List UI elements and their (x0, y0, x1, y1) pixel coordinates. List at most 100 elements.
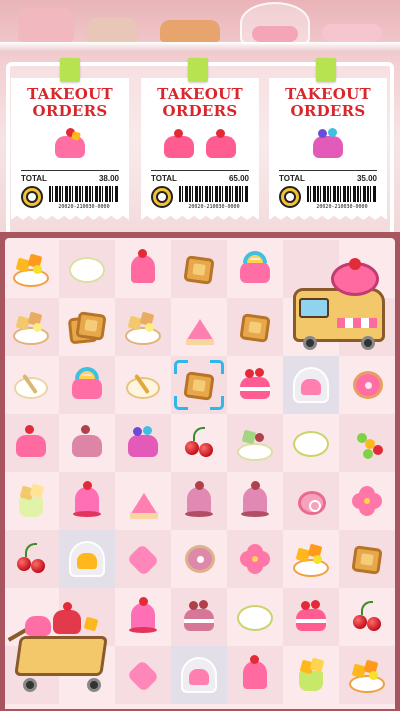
board-cell (171, 646, 227, 704)
flower-cookie-tile[interactable] (233, 537, 277, 581)
square-tart-tile[interactable] (177, 247, 221, 291)
pink-pudding-tile[interactable] (233, 653, 277, 697)
rainbow-berry-cake-icon (308, 126, 348, 160)
order-ticket[interactable]: TAKEOUT ORDERS TOTAL 65.00 20020-210030-00… (141, 78, 259, 220)
mango-cube-cup-tile[interactable] (289, 653, 333, 697)
board-cell (227, 414, 283, 472)
fruit-tart-plate-tile[interactable] (233, 421, 277, 465)
mango-fruit-plate-tile[interactable] (9, 305, 53, 349)
empty-plate-tile[interactable] (65, 247, 109, 291)
board-cell (339, 646, 395, 704)
decorative-cake (86, 18, 138, 42)
board-cell (283, 356, 339, 414)
flower-cookie-tile[interactable] (345, 479, 389, 523)
glass-dome-roll-tile[interactable] (177, 653, 221, 697)
grape-skewer-tile[interactable] (345, 421, 389, 465)
sprinkle-donut-tile[interactable] (177, 537, 221, 581)
ticket-title: TAKEOUT ORDERS (157, 85, 243, 120)
strawberry-pudding-tile[interactable] (177, 479, 221, 523)
strawberry-slice-tile[interactable] (121, 479, 165, 523)
mango-cube-cup-tile[interactable] (9, 479, 53, 523)
barcode-number: 20020-210030-0000 (316, 204, 368, 210)
mango-fruit-plate-tile[interactable] (121, 305, 165, 349)
board-cell (171, 298, 227, 356)
order-ticket[interactable]: TAKEOUT ORDERS TOTAL 35.00 20020-210030-00… (269, 78, 387, 220)
strawberry-pudding-tile[interactable] (65, 479, 109, 523)
mango-fruit-plate-tile[interactable] (345, 653, 389, 697)
board-cell (227, 298, 283, 356)
board-cell (115, 414, 171, 472)
heart-cake-tile[interactable] (121, 653, 165, 697)
cherries-tile[interactable] (9, 537, 53, 581)
board-cell (283, 530, 339, 588)
sprinkle-donut-tile[interactable] (345, 363, 389, 407)
decorative-cake (160, 20, 220, 42)
food-truck-tile[interactable] (287, 258, 395, 356)
barcode-icon (307, 186, 377, 202)
board-cell (339, 414, 395, 472)
board-cell (59, 472, 115, 530)
rainbow-cake-tile[interactable] (233, 247, 277, 291)
square-tart-tile[interactable] (177, 363, 221, 407)
board-cell (227, 646, 283, 704)
board-cell (5, 530, 59, 588)
heart-cake-tile[interactable] (121, 537, 165, 581)
cherry-layer-cake-tile[interactable] (289, 595, 333, 639)
empty-plate-tile[interactable] (289, 421, 333, 465)
spoon-plate-tile[interactable] (9, 363, 53, 407)
strawberry-slice-tile[interactable] (177, 305, 221, 349)
rainbow-mango-cake-icon (50, 126, 90, 160)
board-cell (171, 588, 227, 646)
strawberry-roll-tile[interactable] (289, 479, 333, 523)
cherries-tile[interactable] (177, 421, 221, 465)
board-cell (171, 472, 227, 530)
rainbow-cake-tile[interactable] (65, 363, 109, 407)
ticket-total-row: TOTAL 38.00 (21, 170, 119, 183)
strawberry-cake-tile[interactable] (65, 421, 109, 465)
order-ticket[interactable]: TAKEOUT ORDERS TOTAL 38.00 20020-210030-00… (11, 78, 129, 220)
bakery-display: TAKEOUT ORDERS TOTAL 38.00 20020-210030-00… (0, 0, 400, 232)
ticket-title: TAKEOUT ORDERS (27, 85, 113, 120)
glass-dome-mango-tile[interactable] (65, 537, 109, 581)
cherries-tile[interactable] (345, 595, 389, 639)
ticket-total-value: 38.00 (98, 174, 119, 183)
rainbow-berry-cake-tile[interactable] (121, 421, 165, 465)
board-cell (115, 298, 171, 356)
decorative-cake (18, 8, 74, 42)
board-cell (59, 240, 115, 298)
board-cell (115, 356, 171, 414)
board-cell (115, 588, 171, 646)
board-cell (227, 588, 283, 646)
tape (316, 58, 336, 82)
dessert-cart-tile[interactable] (7, 592, 115, 698)
barcode-icon (179, 186, 249, 202)
decorative-macarons (322, 24, 382, 42)
match-board (0, 232, 400, 711)
empty-plate-tile[interactable] (233, 595, 277, 639)
barcode-number: 20020-210030-0000 (58, 204, 110, 210)
pink-pudding-tile[interactable] (121, 247, 165, 291)
board-cell (5, 298, 59, 356)
board-cell (227, 240, 283, 298)
board-cell (59, 356, 115, 414)
mango-fruit-plate-tile[interactable] (9, 247, 53, 291)
square-tart-tile[interactable] (233, 305, 277, 349)
board-cell (339, 588, 395, 646)
ticket-total-value: 65.00 (228, 174, 249, 183)
board-cell (171, 240, 227, 298)
cherry-layer-cake-tile[interactable] (177, 595, 221, 639)
barcode-number: 20020-210030-0000 (188, 204, 240, 210)
cherry-layer-cake-tile[interactable] (233, 363, 277, 407)
square-tart-tile[interactable] (345, 537, 389, 581)
tape (188, 58, 208, 82)
glass-dome-cake-tile[interactable] (289, 363, 333, 407)
strawberry-pudding-tile[interactable] (233, 479, 277, 523)
square-tart-stack-tile[interactable] (65, 305, 109, 349)
board-cell (227, 472, 283, 530)
board-cell (115, 472, 171, 530)
board-cell (283, 414, 339, 472)
mango-fruit-plate-tile[interactable] (289, 537, 333, 581)
strawberry-pudding-tile[interactable] (121, 595, 165, 639)
spoon-plate-tile[interactable] (121, 363, 165, 407)
strawberry-cake-tile[interactable] (9, 421, 53, 465)
